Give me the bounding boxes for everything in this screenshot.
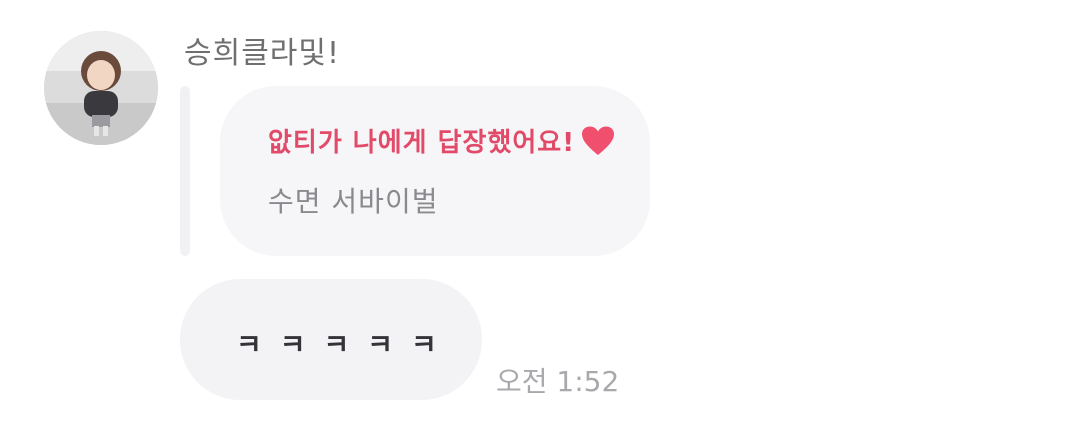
reply-bubble[interactable]: 앖티가 나에게 답장했어요! 수면 서바이벌 bbox=[220, 86, 650, 256]
message-text: ㅋㅋㅋㅋㅋ bbox=[236, 328, 455, 361]
reply-title: 앖티가 나에게 답장했어요! bbox=[268, 128, 576, 158]
message-timestamp: 오전 1:52 bbox=[496, 365, 620, 398]
reply-indicator-bar bbox=[180, 86, 190, 256]
avatar[interactable] bbox=[44, 31, 158, 145]
reply-header: 앖티가 나에게 답장했어요! bbox=[268, 122, 615, 159]
sender-name: 승희클라및! bbox=[184, 36, 341, 71]
message-bubble[interactable]: ㅋㅋㅋㅋㅋ bbox=[180, 279, 482, 400]
heart-icon bbox=[581, 126, 615, 156]
avatar-photo bbox=[44, 31, 158, 145]
reply-quoted-text: 수면 서바이벌 bbox=[268, 185, 439, 218]
